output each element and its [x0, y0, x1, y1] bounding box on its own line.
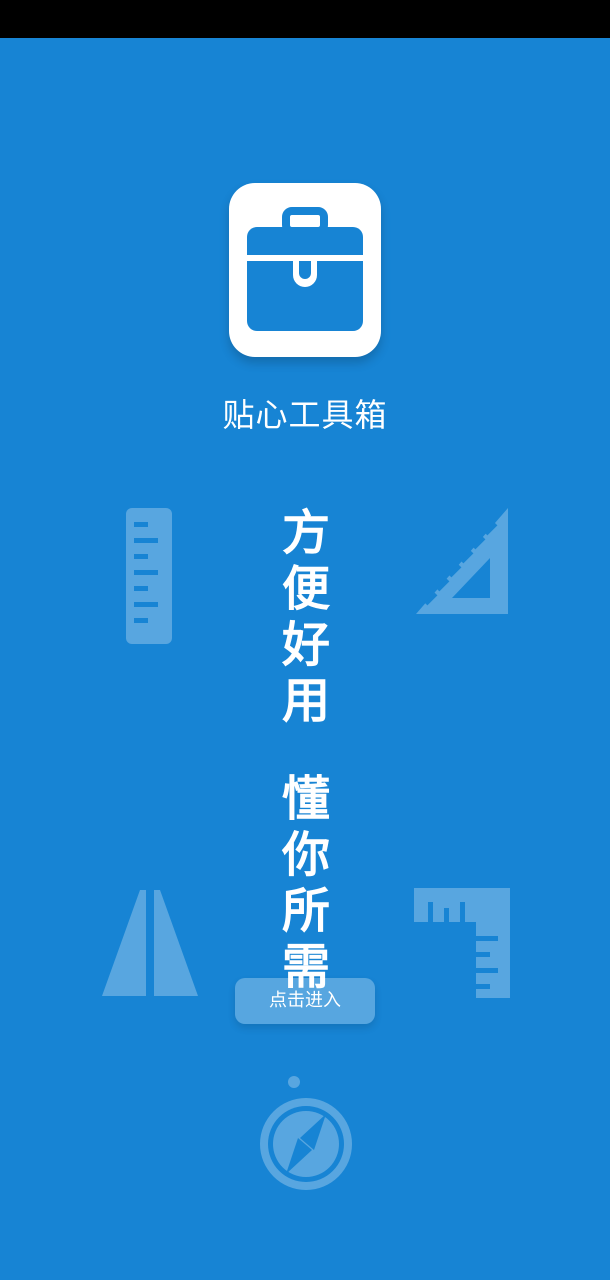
triangle-ruler-icon — [416, 508, 508, 614]
angle-ruler-icon — [414, 888, 510, 998]
status-bar — [0, 0, 610, 38]
app-logo — [229, 183, 381, 357]
app-title: 贴心工具箱 — [222, 396, 388, 434]
road-icon — [102, 890, 198, 996]
compass-icon — [260, 1076, 352, 1190]
enter-button[interactable]: 点击进入 — [235, 978, 375, 1024]
ruler-icon — [126, 508, 172, 644]
slogan-line-1: 方便好用 — [281, 505, 330, 729]
toolbox-icon — [247, 207, 363, 331]
slogan: 方便好用 懂你所需 — [278, 505, 334, 995]
slogan-gap — [278, 729, 334, 771]
slogan-line-2: 懂你所需 — [281, 771, 330, 995]
